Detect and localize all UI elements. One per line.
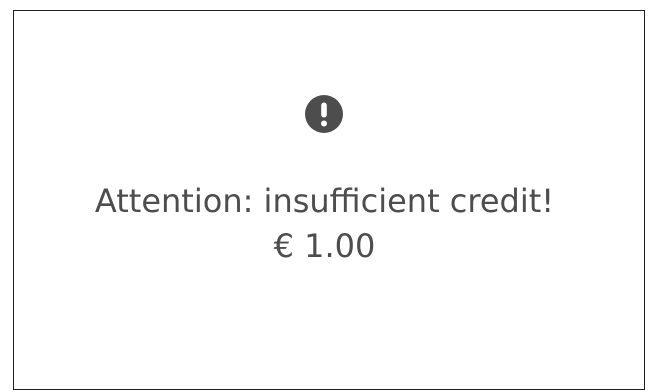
exclamation-circle-icon [304, 94, 344, 134]
credit-amount: € 1.00 [273, 227, 376, 265]
insufficient-credit-message: Attention: insufficient credit! [94, 182, 555, 220]
